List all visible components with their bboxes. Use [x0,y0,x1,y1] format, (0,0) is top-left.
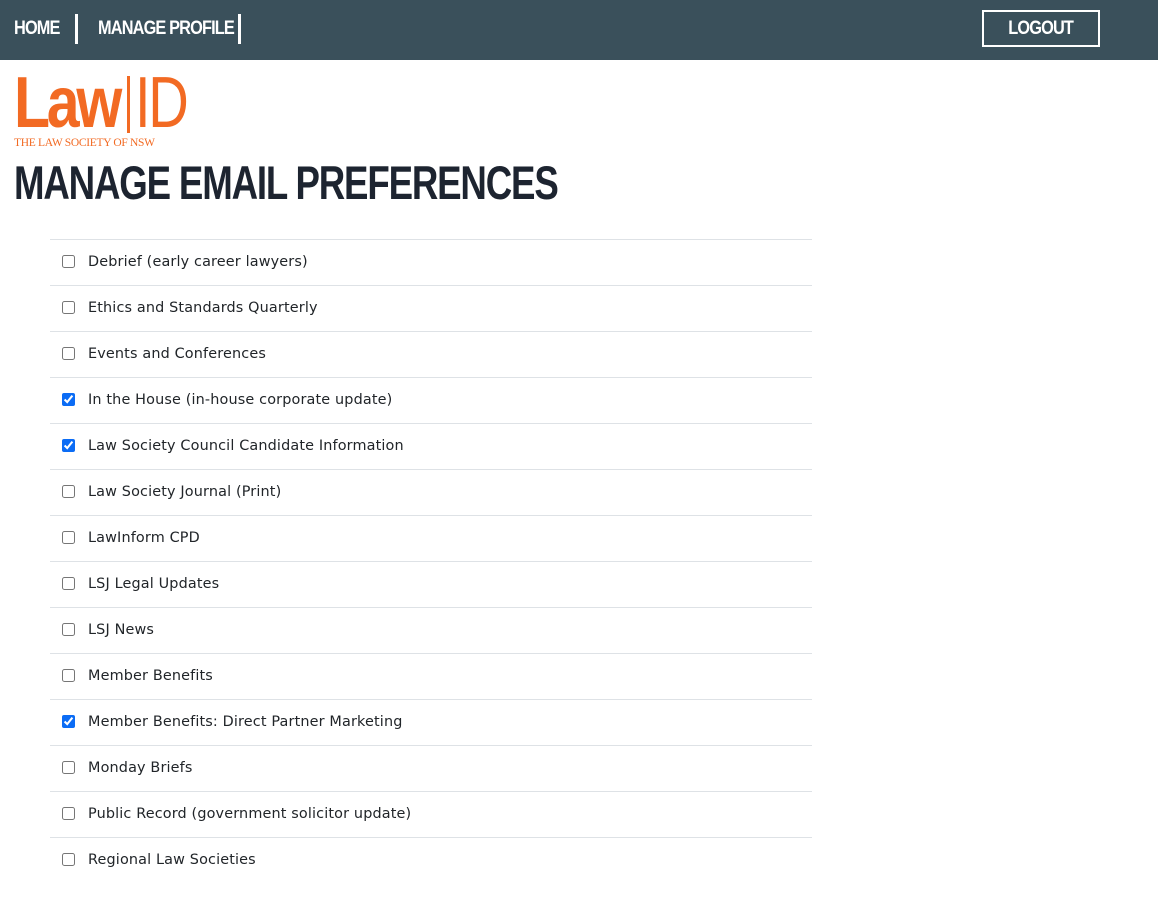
nav-home-link[interactable]: HOME [14,0,60,60]
logo-law-text: Law [14,63,122,143]
page-title: MANAGE EMAIL PREFERENCES [14,156,559,209]
preference-label: Events and Conferences [88,346,266,362]
nav-divider [75,14,78,44]
preference-item[interactable]: Member Benefits [50,654,812,700]
preference-label: Regional Law Societies [88,852,256,868]
preference-label: Member Benefits [88,668,213,684]
top-navigation-bar: HOME MANAGE PROFILE LOGOUT [0,0,1158,60]
preference-label: In the House (in-house corporate update) [88,392,393,408]
preference-label: Member Benefits: Direct Partner Marketin… [88,714,403,730]
preference-label: Debrief (early career lawyers) [88,254,308,270]
preference-checkbox[interactable] [62,669,75,682]
preference-item[interactable]: Law Society Journal (Print) [50,470,812,516]
preference-checkbox[interactable] [62,715,75,728]
preference-item[interactable]: Debrief (early career lawyers) [50,240,812,286]
preference-label: Monday Briefs [88,760,193,776]
nav-divider [238,14,241,44]
preference-label: LSJ News [88,622,155,638]
preference-label: Law Society Council Candidate Informatio… [88,438,404,454]
preference-item[interactable]: Events and Conferences [50,332,812,378]
preference-item[interactable]: Member Benefits: Direct Partner Marketin… [50,700,812,746]
nav-manage-profile-link[interactable]: MANAGE PROFILE [98,0,235,60]
preference-checkbox[interactable] [62,439,75,452]
logo-divider [127,76,130,133]
preference-label: Ethics and Standards Quarterly [88,300,318,316]
preference-item[interactable]: Public Record (government solicitor upda… [50,792,812,838]
preference-checkbox[interactable] [62,807,75,820]
preference-checkbox[interactable] [62,853,75,866]
logout-button-label: LOGOUT [1008,18,1075,39]
preference-checkbox[interactable] [62,623,75,636]
preference-checkbox[interactable] [62,577,75,590]
preference-label: Public Record (government solicitor upda… [88,806,412,822]
logo-id-text: ID [135,63,189,143]
preference-item[interactable]: Law Society Council Candidate Informatio… [50,424,812,470]
preference-item[interactable]: In the House (in-house corporate update) [50,378,812,424]
preference-checkbox[interactable] [62,393,75,406]
preference-label: Law Society Journal (Print) [88,484,282,500]
preference-item[interactable]: Monday Briefs [50,746,812,792]
preference-label: LawInform CPD [88,530,200,546]
preference-item[interactable]: Regional Law Societies [50,838,812,883]
preference-item[interactable]: LSJ News [50,608,812,654]
logo-subtitle: THE LAW SOCIETY OF NSW [14,137,155,149]
preference-item[interactable]: Ethics and Standards Quarterly [50,286,812,332]
preference-checkbox[interactable] [62,531,75,544]
preference-checkbox[interactable] [62,301,75,314]
lawid-logo: Law ID THE LAW SOCIETY OF NSW [14,63,189,152]
preference-item[interactable]: LawInform CPD [50,516,812,562]
preference-label: LSJ Legal Updates [88,576,220,592]
logout-button[interactable]: LOGOUT [982,10,1100,47]
preference-checkbox[interactable] [62,761,75,774]
preference-item[interactable]: LSJ Legal Updates [50,562,812,608]
preference-checkbox[interactable] [62,255,75,268]
email-preferences-list: Debrief (early career lawyers) Ethics and… [50,239,812,883]
preference-checkbox[interactable] [62,347,75,360]
preference-checkbox[interactable] [62,485,75,498]
